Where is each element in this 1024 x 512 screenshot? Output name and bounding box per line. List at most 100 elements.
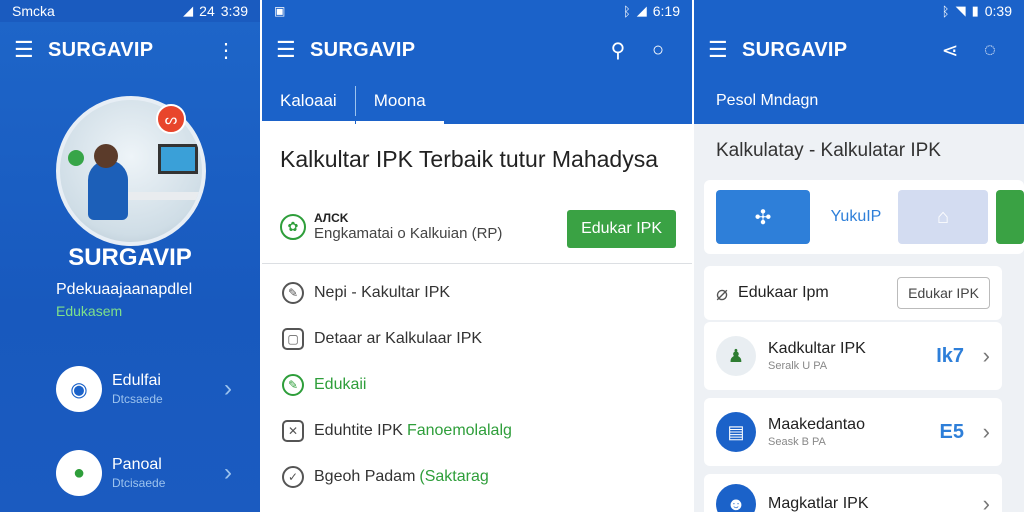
- list-item-label: Edukaii: [314, 376, 367, 393]
- tab-bar: Kaloaai Moona: [262, 78, 692, 124]
- section-heading: Kalkulatay - Kalkulatar IPK: [716, 140, 941, 161]
- share-icon[interactable]: ⋖: [930, 38, 970, 63]
- check-box-icon: ✕: [282, 420, 304, 442]
- menu-icon[interactable]: ☰: [14, 37, 48, 63]
- chat-icon[interactable]: ◌: [970, 39, 1010, 62]
- person-head-shape: [94, 144, 118, 168]
- circle-icon[interactable]: ○: [638, 39, 678, 62]
- app-title: SURGAVIP: [48, 38, 154, 61]
- list-item-label: Bgeoh Padam: [314, 468, 416, 485]
- tab-label: Kaloaai: [280, 91, 337, 110]
- bluetooth-icon: ᛒ: [622, 3, 631, 19]
- list-item-label: Detaar ar Kalkulaar IPK: [314, 330, 483, 347]
- list-item[interactable]: ✎ Edukaii: [262, 362, 692, 408]
- menu-icon[interactable]: ☰: [708, 37, 742, 63]
- list-item[interactable]: ✎ Nepi - Kakultar IPK: [262, 270, 692, 316]
- tab-label: Moona: [373, 91, 426, 110]
- wifi-icon: ◥: [955, 3, 966, 18]
- list-item-label: Eduhtite IPK: [314, 422, 403, 439]
- sub-tab-label: Pesol Mndagn: [716, 92, 819, 109]
- calc-card[interactable]: ☻ Magkatlar IPK ›: [704, 474, 1002, 512]
- signal-icon: ◢: [636, 3, 647, 18]
- app-panel-calculator: ᛒ ◥ ▮ 0:39 ☰ SURGAVIP ⋖ ◌ Pesol Mndagn K…: [694, 0, 1024, 512]
- chevron-right-icon: ›: [982, 491, 990, 512]
- app-bar: ☰ SURGAVIP ⋮: [0, 22, 260, 78]
- status-bar: ▣ ᛒ ◢ 6:19: [262, 0, 692, 22]
- battery-icon: ▮: [971, 3, 979, 18]
- edit-row-label: Edukaar Ipm: [738, 284, 829, 301]
- tools-icon[interactable]: ✣: [716, 190, 810, 244]
- app-title: SURGAVIP: [310, 38, 416, 61]
- option-list: ✎ Nepi - Kakultar IPK ▢ Detaar ar Kalkul…: [262, 270, 692, 500]
- app-bar: ☰ SURGAVIP ⚲ ○: [262, 22, 692, 78]
- list-item-label: Nepi - Kakultar IPK: [314, 284, 451, 301]
- notification-badge[interactable]: ᔕ: [156, 104, 186, 134]
- avatar-icon: ☻: [716, 484, 756, 512]
- clock: 6:19: [652, 3, 680, 19]
- profile-subtitle-2: Edukasem: [56, 303, 123, 319]
- drawer-item-sub: Dtcisaede: [112, 476, 166, 490]
- tile-green[interactable]: [996, 190, 1024, 244]
- list-item[interactable]: ▢ Detaar ar Kalkulaar IPK: [262, 316, 692, 362]
- education-icon: ◉: [56, 366, 102, 412]
- list-item[interactable]: ✓ Bgeoh Padam (Saktarag: [262, 454, 692, 500]
- edukar-ipk-button[interactable]: Edukar IPK: [567, 210, 676, 248]
- home-icon[interactable]: ⌂: [898, 190, 988, 244]
- drawer-item-label: Panoal: [112, 456, 162, 473]
- tab-kaloaai[interactable]: Kaloaai: [262, 78, 355, 124]
- lock-icon: ▢: [282, 328, 304, 350]
- tab-moona[interactable]: Moona: [355, 78, 444, 124]
- profile-subtitle: Pdekuaajaanapdlel: [56, 281, 193, 298]
- person-icon: ♟: [716, 336, 756, 376]
- chevron-right-icon: ›: [982, 343, 990, 368]
- app-title: SURGAVIP: [742, 38, 848, 61]
- list-item-highlight: (Saktarag: [419, 468, 489, 485]
- status-bar: Smcka ◢ 24 3:39: [0, 0, 260, 22]
- tile-label: YukuIP: [830, 208, 882, 225]
- sub-tab-bar[interactable]: Pesol Mndagn: [694, 78, 1024, 124]
- edukar-ipk-button[interactable]: Edukar IPK: [897, 277, 990, 309]
- drawer-item-education[interactable]: ◉ Edulfai Dtcsaede ›: [56, 364, 246, 414]
- meta-subtitle: Engkamatai o Kalkuian (RP): [314, 225, 503, 242]
- card-value: Ik7: [936, 344, 964, 367]
- status-bar: ᛒ ◥ ▮ 0:39: [694, 0, 1024, 22]
- card-title: Maakedantao: [768, 416, 865, 433]
- pencil-icon: ✎: [282, 282, 304, 304]
- person-shape: [88, 160, 128, 220]
- chevron-right-icon: ›: [982, 419, 990, 444]
- featured-card: Kalkultar IPK Terbaik tutur Mahadysa ✿ A…: [262, 124, 692, 264]
- profile-name: SURGAVIP: [68, 244, 192, 271]
- bluetooth-icon: ᛒ: [941, 3, 950, 19]
- desk-shape: [120, 192, 202, 200]
- photo-icon: ▣: [274, 4, 286, 18]
- card-title: Kadkultar IPK: [768, 340, 866, 357]
- monitor-icon: [158, 144, 198, 174]
- clock: 0:39: [984, 3, 1012, 19]
- menu-icon[interactable]: ☰: [276, 37, 310, 63]
- calc-card[interactable]: ♟ Kadkultar IPK Seralk U PA Ik7 ›: [704, 322, 1002, 390]
- app-panel-drawer: Smcka ◢ 24 3:39 ☰ SURGAVIP ⋮ ᔕ SURGAVIP …: [0, 0, 260, 512]
- list-item[interactable]: ✕ Eduhtite IPK Fanoemolalalg: [262, 408, 692, 454]
- drawer-item-panel[interactable]: ● Panoal Dtcisaede ›: [56, 448, 246, 498]
- dashboard-icon: ▤: [716, 412, 756, 452]
- clock: 3:39: [220, 3, 248, 19]
- search-icon[interactable]: ⚲: [598, 38, 638, 63]
- drawer-item-sub: Dtcsaede: [112, 392, 163, 406]
- card-headline: Kalkultar IPK Terbaik tutur Mahadysa: [280, 146, 658, 172]
- list-item-highlight: Fanoemolalalg: [406, 422, 512, 439]
- carrier-label: Smcka: [12, 3, 55, 19]
- signal-label: 24: [199, 3, 215, 19]
- panel-icon: ●: [56, 450, 102, 496]
- chevron-right-icon: ›: [224, 375, 232, 402]
- app-panel-main: ▣ ᛒ ◢ 6:19 ☰ SURGAVIP ⚲ ○ Kaloaai Moona …: [262, 0, 692, 512]
- tile-yukuip[interactable]: YukuIP: [816, 190, 896, 244]
- tile-row: ✣ YukuIP ⌂: [704, 180, 1024, 254]
- app-bar: ☰ SURGAVIP ⋖ ◌: [694, 22, 1024, 78]
- leaf-icon: ✿: [280, 214, 306, 240]
- card-meta: ✿ AЛCK Engkamatai o Kalkuian (RP): [280, 212, 502, 242]
- check-circle-icon: ✓: [282, 466, 304, 488]
- more-vert-icon[interactable]: ⋮: [206, 38, 246, 63]
- chevron-right-icon: ›: [224, 459, 232, 486]
- edit-row[interactable]: ⌀ Edukaar Ipm Edukar IPK: [704, 266, 1002, 320]
- calc-card[interactable]: ▤ Maakedantao Seask B PA E5 ›: [704, 398, 1002, 466]
